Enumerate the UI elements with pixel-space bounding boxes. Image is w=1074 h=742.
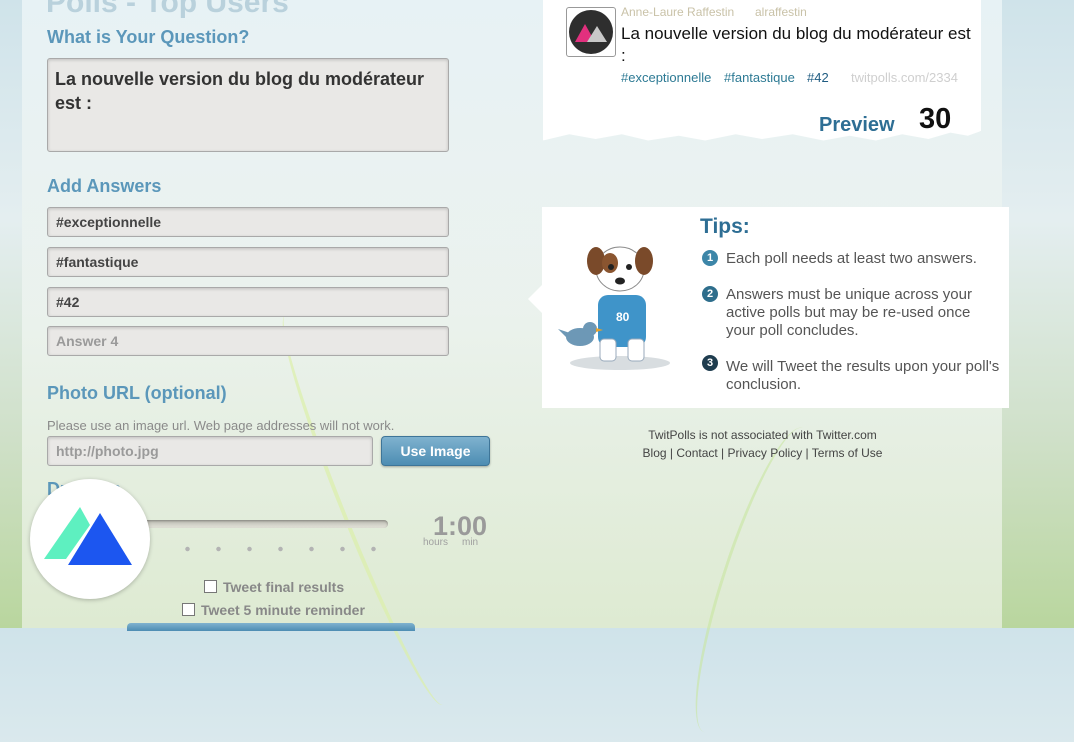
avatar-logo-icon bbox=[569, 10, 613, 54]
tip-text-3: We will Tweet the results upon your poll… bbox=[726, 358, 1000, 393]
duration-unit-minutes: min bbox=[462, 537, 479, 548]
photo-note: Please use an image url. Web page addres… bbox=[47, 418, 395, 433]
footer-links: Blog | Contact | Privacy Policy | Terms … bbox=[642, 446, 883, 460]
question-input[interactable]: La nouvelle version du blog du modérateu… bbox=[47, 58, 449, 152]
tip-text-1: Each poll needs at least two answers. bbox=[726, 250, 977, 267]
grass-decoration bbox=[264, 307, 464, 713]
tweet-reminder-label: Tweet 5 minute reminder bbox=[201, 602, 365, 618]
overlay-logo-icon bbox=[30, 479, 150, 599]
tweet-final-checkbox[interactable]: Tweet final results bbox=[204, 579, 344, 595]
preview-tag-3[interactable]: #42 bbox=[807, 70, 829, 85]
photo-heading: Photo URL (optional) bbox=[47, 383, 227, 403]
tips-heading: Tips: bbox=[700, 215, 750, 238]
author-name[interactable]: Anne-Laure Raffestin bbox=[621, 5, 734, 19]
preview-tag-1[interactable]: #exceptionnelle bbox=[621, 70, 711, 85]
tip-text-2: Answers must be unique across your activ… bbox=[726, 286, 972, 339]
bird-icon bbox=[558, 322, 603, 346]
footer-link-contact[interactable]: Contact bbox=[676, 446, 717, 460]
duration-unit-hours: hours bbox=[423, 537, 449, 548]
use-image-button[interactable]: Use Image bbox=[381, 436, 490, 466]
svg-text:80: 80 bbox=[616, 310, 630, 324]
submit-button-edge[interactable] bbox=[127, 623, 415, 631]
preview-card: Anne-Laure Raffestin alraffestin La nouv… bbox=[543, 0, 981, 141]
checkbox-icon[interactable] bbox=[182, 602, 195, 616]
grass-decoration bbox=[674, 418, 833, 742]
footer-link-terms[interactable]: Terms of Use bbox=[812, 446, 883, 460]
footer-link-privacy[interactable]: Privacy Policy bbox=[728, 446, 803, 460]
avatar bbox=[566, 7, 616, 57]
duration-slider-track[interactable] bbox=[130, 520, 388, 528]
preview-label: Preview bbox=[819, 114, 895, 136]
question-heading: What is Your Question? bbox=[47, 27, 250, 47]
tip-number-3: 3 bbox=[702, 355, 718, 371]
answer-input-3[interactable]: #42 bbox=[47, 287, 449, 317]
author-handle[interactable]: alraffestin bbox=[755, 5, 807, 19]
footer-disclaimer: TwitPolls is not associated with Twitter… bbox=[648, 428, 877, 442]
preview-text: La nouvelle version du blog du modérateu… bbox=[621, 24, 971, 65]
checkbox-icon[interactable] bbox=[204, 579, 217, 593]
answer-input-4[interactable]: Answer 4 bbox=[47, 326, 449, 356]
preview-tag-2[interactable]: #fantastique bbox=[724, 70, 795, 85]
preview-link[interactable]: twitpolls.com/2334 bbox=[851, 70, 958, 85]
duration-slider-ticks bbox=[172, 546, 402, 552]
tip-number-2: 2 bbox=[702, 286, 718, 302]
answer-input-1[interactable]: #exceptionnelle bbox=[47, 207, 449, 237]
tips-panel: 80 Tips: 1 Each poll needs at least two … bbox=[528, 207, 1009, 408]
tip-number-1: 1 bbox=[702, 250, 718, 266]
footer-link-blog[interactable]: Blog bbox=[643, 446, 667, 460]
answer-input-2[interactable]: #fantastique bbox=[47, 247, 449, 277]
tweet-final-label: Tweet final results bbox=[223, 579, 345, 595]
page-title: Polls - Top Users bbox=[46, 0, 289, 19]
photo-url-input[interactable]: http://photo.jpg bbox=[47, 436, 373, 466]
tweet-reminder-checkbox[interactable]: Tweet 5 minute reminder bbox=[182, 602, 365, 618]
character-count: 30 bbox=[919, 103, 952, 135]
answers-heading: Add Answers bbox=[47, 176, 162, 196]
